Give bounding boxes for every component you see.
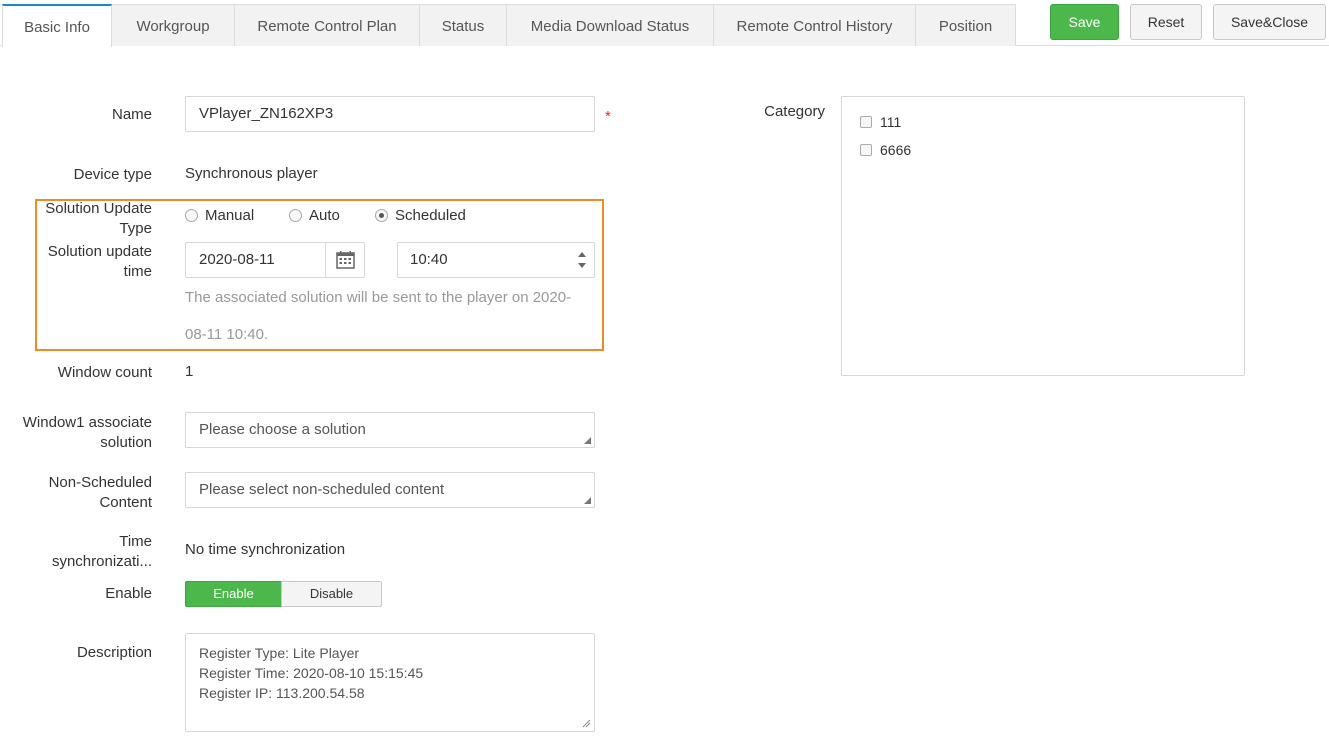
enable-toggle-off[interactable]: Disable bbox=[281, 581, 382, 607]
non-scheduled-select[interactable]: Please select non-scheduled content bbox=[185, 472, 595, 508]
update-type-label: Solution Update Type bbox=[45, 200, 152, 237]
dropdown-corner-icon bbox=[584, 437, 591, 444]
save-close-button[interactable]: Save&Close bbox=[1213, 4, 1326, 40]
tab-status[interactable]: Status bbox=[419, 4, 507, 46]
radio-circle-icon bbox=[185, 209, 198, 222]
category-item-6666[interactable]: 6666 bbox=[860, 142, 911, 158]
category-item-111[interactable]: 111 bbox=[860, 114, 901, 130]
update-time-label: Solution update time bbox=[47, 243, 152, 280]
description-textarea[interactable]: Register Type: Lite Player Register Time… bbox=[185, 633, 595, 732]
radio-auto[interactable]: Auto bbox=[289, 207, 340, 224]
tab-basic-info[interactable]: Basic Info bbox=[2, 4, 112, 47]
dropdown-corner-icon bbox=[584, 497, 591, 504]
name-input[interactable]: VPlayer_ZN162XP3 bbox=[185, 96, 595, 132]
radio-circle-icon bbox=[289, 209, 302, 222]
device-type-label: Device type bbox=[73, 166, 152, 183]
tab-workgroup[interactable]: Workgroup bbox=[111, 4, 235, 46]
window1-solution-label: Window1 associate solution bbox=[22, 414, 152, 451]
radio-selected-icon bbox=[375, 209, 388, 222]
tab-position[interactable]: Position bbox=[915, 4, 1016, 46]
tab-media-download-status[interactable]: Media Download Status bbox=[506, 4, 714, 46]
category-label: Category bbox=[764, 103, 825, 120]
device-type-value: Synchronous player bbox=[185, 165, 318, 182]
window1-solution-select[interactable]: Please choose a solution bbox=[185, 412, 595, 448]
radio-scheduled[interactable]: Scheduled bbox=[375, 207, 466, 224]
spinner-arrows-icon[interactable] bbox=[576, 248, 588, 272]
update-hint-text: The associated solution will be sent to … bbox=[185, 289, 572, 343]
resize-handle-icon[interactable] bbox=[582, 719, 591, 728]
calendar-icon bbox=[336, 251, 355, 269]
category-list: 111 6666 bbox=[841, 96, 1245, 376]
checkbox-icon bbox=[860, 116, 872, 128]
window-count-value: 1 bbox=[185, 363, 194, 380]
enable-label: Enable bbox=[105, 585, 152, 602]
enable-toggle-on[interactable]: Enable bbox=[185, 581, 282, 607]
non-scheduled-label: Non-Scheduled Content bbox=[48, 474, 152, 511]
update-time-input[interactable]: 10:40 bbox=[397, 242, 595, 278]
description-label: Description bbox=[76, 644, 152, 661]
radio-manual[interactable]: Manual bbox=[185, 207, 254, 224]
checkbox-icon bbox=[860, 144, 872, 156]
save-button[interactable]: Save bbox=[1050, 4, 1119, 40]
required-mark: * bbox=[605, 108, 611, 125]
tab-remote-control-plan[interactable]: Remote Control Plan bbox=[234, 4, 420, 46]
time-sync-value: No time synchronization bbox=[185, 541, 346, 558]
calendar-button[interactable] bbox=[325, 243, 364, 277]
time-sync-label: Time synchronizati... bbox=[51, 533, 152, 570]
tab-remote-control-history[interactable]: Remote Control History bbox=[713, 4, 916, 46]
window-count-label: Window count bbox=[57, 364, 152, 381]
reset-button[interactable]: Reset bbox=[1130, 4, 1202, 40]
name-label: Name bbox=[111, 106, 152, 123]
update-date-input[interactable]: 2020-08-11 bbox=[185, 242, 365, 278]
